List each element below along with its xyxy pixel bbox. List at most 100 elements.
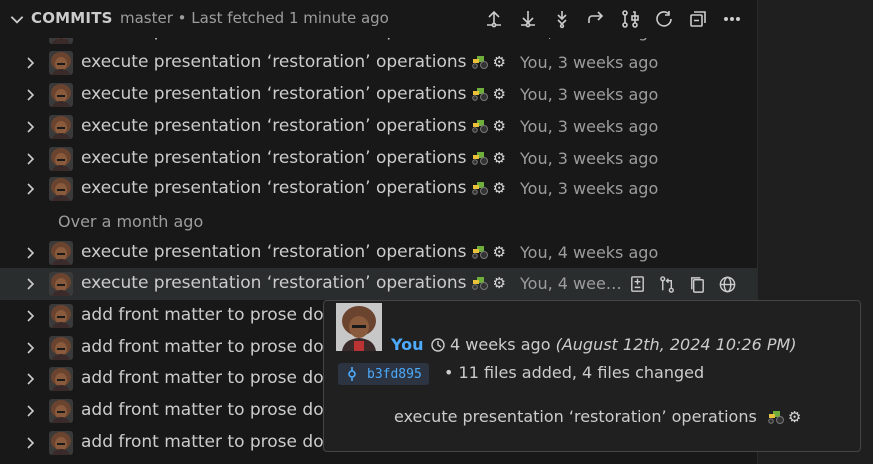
chevron-right-icon[interactable] — [22, 276, 38, 292]
refresh-icon[interactable] — [652, 7, 676, 31]
commit-message: execute presentation ‘restoration’ opera… — [81, 116, 506, 136]
chevron-right-icon[interactable] — [22, 119, 38, 135]
header-actions — [482, 7, 754, 31]
fetch-icon[interactable] — [550, 7, 574, 31]
commit-message-text: add front matter to prose do — [81, 432, 324, 452]
commit-message-text: execute presentation ‘restoration’ opera… — [81, 116, 467, 136]
commit-meta: You, 4 weeks ago — [520, 243, 659, 262]
chevron-right-icon[interactable] — [22, 245, 38, 261]
author-avatar — [49, 336, 73, 360]
commit-meta: You, 3 weeks ago — [520, 85, 659, 104]
chevron-right-icon[interactable] — [22, 151, 38, 167]
commit-message: execute presentation ‘restoration’ opera… — [81, 148, 506, 168]
commit-message: add front matter to prose do — [81, 337, 324, 357]
commit-row[interactable]: execute presentation ‘restoration’ opera… — [0, 79, 757, 111]
commit-message: execute presentation ‘restoration’ opera… — [394, 407, 801, 426]
commits-header[interactable]: COMMITS master • Last fetched 1 minute a… — [0, 0, 757, 38]
gear-icon: ⚙ — [492, 85, 506, 103]
commit-row[interactable]: execute presentation ‘restoration’ opera… — [0, 143, 757, 175]
commit-message: execute presentation ‘restoration’ opera… — [81, 273, 506, 293]
globe-icon[interactable] — [715, 272, 739, 296]
chevron-right-icon[interactable] — [22, 181, 38, 197]
chevron-down-icon[interactable] — [8, 10, 26, 28]
commit-row[interactable]: execute presentation ‘restoration’ opera… — [0, 268, 757, 300]
tractor-icon — [472, 56, 489, 69]
commit-message-text: execute presentation ‘restoration’ opera… — [81, 178, 467, 198]
tractor-icon — [472, 182, 489, 195]
tractor-icon — [472, 88, 489, 101]
pull-icon[interactable] — [516, 7, 540, 31]
author-avatar — [49, 83, 73, 107]
tractor-icon — [472, 246, 489, 259]
commit-row[interactable]: execute presentation ‘restoration’ opera… — [0, 111, 757, 143]
group-label: Over a month ago — [58, 212, 204, 231]
commit-meta: You, 3 weeks ago — [520, 149, 659, 168]
commit-meta: You, 3 weeks ago — [520, 117, 659, 136]
author-avatar — [49, 115, 73, 139]
chevron-right-icon[interactable] — [22, 403, 38, 419]
gear-icon: ⚙ — [492, 149, 506, 167]
commit-message-text: add front matter to prose do — [81, 400, 324, 420]
commit-message-text: execute presentation ‘restoration’ opera… — [394, 407, 757, 426]
git-commit-icon — [348, 367, 356, 381]
chevron-right-icon[interactable] — [22, 371, 38, 387]
files-summary: • 11 files added, 4 files changed — [444, 363, 705, 382]
commit-row[interactable]: execute presentation ‘restoration’ opera… — [0, 47, 757, 79]
commit-sha: b3fd895 — [367, 366, 422, 382]
chevron-right-icon[interactable] — [22, 87, 38, 103]
commit-row[interactable]: execute presentation ‘restoration’ opera… — [0, 173, 757, 205]
commit-message-text: add front matter to prose do — [81, 305, 324, 325]
gear-icon: ⚙ — [492, 53, 506, 71]
commit-message-text: execute presentation ‘restoration’ opera… — [81, 84, 467, 104]
compare-icon[interactable] — [618, 7, 642, 31]
push-icon[interactable] — [482, 7, 506, 31]
absolute-date: (August 12th, 2024 10:26 PM) — [555, 335, 797, 354]
author-avatar — [336, 303, 382, 351]
author-avatar — [49, 147, 73, 171]
section-description: master • Last fetched 1 minute ago — [120, 9, 389, 27]
commit-message: execute presentation ‘restoration’ opera… — [81, 242, 506, 262]
gear-icon: ⚙ — [492, 117, 506, 135]
gear-icon: ⚙ — [492, 274, 506, 292]
chevron-right-icon[interactable] — [22, 308, 38, 324]
commit-author[interactable]: You — [391, 335, 424, 354]
author-avatar — [49, 399, 73, 423]
commit-message: add front matter to prose do — [81, 400, 324, 420]
chevron-right-icon[interactable] — [22, 340, 38, 356]
commit-meta: You, 3 weeks ago — [520, 53, 659, 72]
more-icon[interactable] — [720, 7, 744, 31]
author-avatar — [49, 367, 73, 391]
commit-sha-badge[interactable]: b3fd895 — [338, 363, 429, 385]
commit-row[interactable]: execute presentation ‘restoration’ opera… — [0, 237, 757, 269]
commit-meta: You, 4 wee… — [520, 274, 622, 293]
commit-message: execute presentation ‘restoration’ opera… — [81, 84, 506, 104]
commit-meta: You, 3 weeks ago — [520, 179, 659, 198]
collapse-all-icon[interactable] — [686, 7, 710, 31]
commit-message-text: execute presentation ‘restoration’ opera… — [81, 148, 467, 168]
open-changes-icon[interactable] — [625, 272, 649, 296]
commit-message-text: execute presentation ‘restoration’ opera… — [81, 52, 467, 72]
tractor-icon — [472, 120, 489, 133]
compare-icon[interactable] — [655, 272, 679, 296]
commit-message: execute presentation ‘restoration’ opera… — [81, 52, 506, 72]
chevron-right-icon[interactable] — [22, 55, 38, 71]
commit-message: add front matter to prose do — [81, 305, 324, 325]
chevron-right-icon[interactable] — [22, 435, 38, 451]
commit-message: execute presentation ‘restoration’ opera… — [81, 178, 506, 198]
relative-date: 4 weeks ago — [450, 335, 551, 354]
history-icon — [431, 338, 445, 352]
section-title: COMMITS — [31, 9, 113, 27]
row-actions — [625, 272, 745, 296]
author-avatar — [49, 177, 73, 201]
commit-message-text: execute presentation ‘restoration’ opera… — [81, 273, 467, 293]
switch-branch-icon[interactable] — [584, 7, 608, 31]
author-avatar — [49, 304, 73, 328]
gear-icon: ⚙ — [787, 408, 802, 426]
author-avatar — [49, 272, 73, 296]
commit-hover-tooltip: You 4 weeks ago (August 12th, 2024 10:26… — [323, 300, 861, 452]
tractor-icon — [472, 277, 489, 290]
commit-message-text: execute presentation ‘restoration’ opera… — [81, 242, 467, 262]
commit-message-text: add front matter to prose do — [81, 337, 324, 357]
copy-icon[interactable] — [685, 272, 709, 296]
author-avatar — [49, 431, 73, 455]
